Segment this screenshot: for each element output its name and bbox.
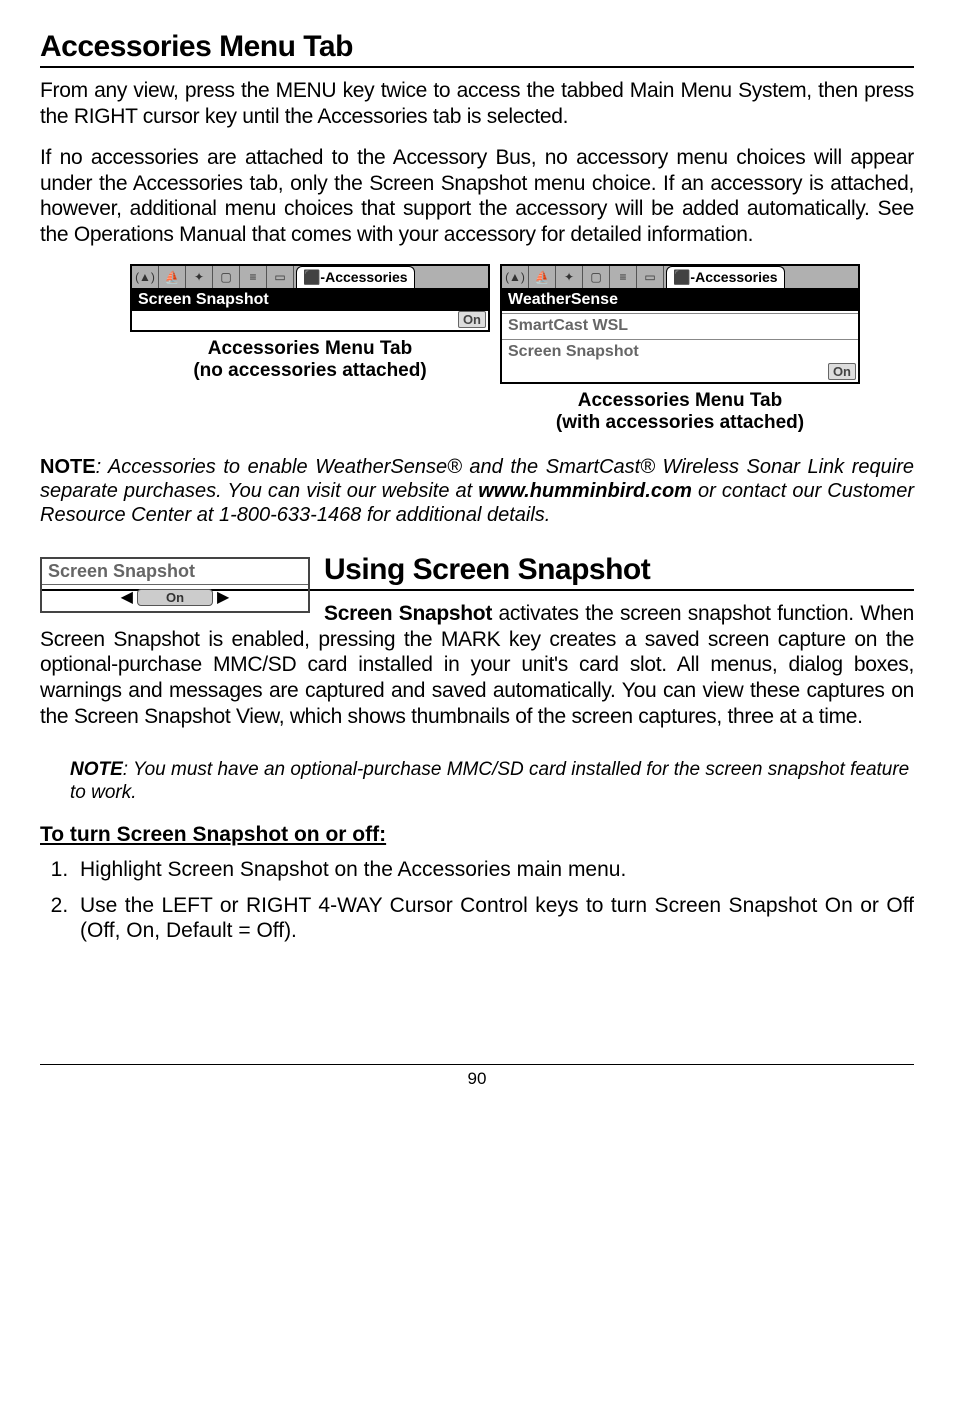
tab-nav-icon: ⛵ [529,266,556,288]
tab-views-icon: ▭ [267,266,294,288]
note-block: NOTE: Accessories to enable WeatherSense… [40,455,914,527]
tab-setup-icon: ≡ [240,266,267,288]
heading-accessories-menu-tab: Accessories Menu Tab [40,30,914,64]
note-url: www.humminbird.com [478,480,692,502]
tab-nav-icon: ⛵ [159,266,186,288]
figures-row: (▲) ⛵ ✦ ▢ ≡ ▭ ⬛- Accessories Screen Snap… [40,264,914,436]
tab-accessories-active: ⬛- Accessories [666,266,785,288]
note-lead: NOTE [70,759,123,780]
figure-caption: Accessories Menu Tab (no accessories att… [130,338,490,384]
tab-chart-icon: ✦ [186,266,213,288]
menu-value: On [828,363,856,380]
section-using-screen-snapshot: Screen Snapshot ◀ On ▶ Using Screen Snap… [40,553,914,943]
control-row: ◀ On ▶ [42,585,308,611]
menu-item-screen-snapshot: Screen Snapshot [132,288,488,311]
paragraph: From any view, press the MENU key twice … [40,78,914,129]
tab-sonar-icon: (▲) [502,266,529,288]
note-text: : You must have an optional-purchase MMC… [70,759,909,803]
para-lead: Screen Snapshot [324,602,492,625]
arrow-right-icon: ▶ [213,587,233,607]
tab-accessories-active: ⬛- Accessories [296,266,415,288]
tab-alarms-icon: ▢ [213,266,240,288]
figure-with-accessories: (▲) ⛵ ✦ ▢ ≡ ▭ ⬛- Accessories WeatherSens… [500,264,860,436]
figure-no-accessories: (▲) ⛵ ✦ ▢ ≡ ▭ ⬛- Accessories Screen Snap… [130,264,490,384]
steps-heading: To turn Screen Snapshot on or off: [40,823,914,847]
tab-setup-icon: ≡ [610,266,637,288]
steps-list: Highlight Screen Snapshot on the Accesso… [74,857,914,944]
menu-value-row: On [132,311,488,330]
note-lead: NOTE [40,456,96,478]
menu-item-screen-snapshot: Screen Snapshot [502,339,858,363]
tab-label: Accessories [695,269,778,285]
tab-sonar-icon: (▲) [132,266,159,288]
divider [40,66,914,68]
paragraph: If no accessories are attached to the Ac… [40,145,914,247]
paragraph: Screen Snapshot activates the screen sna… [40,601,914,729]
figure-caption: Accessories Menu Tab (with accessories a… [500,390,860,436]
tab-row: (▲) ⛵ ✦ ▢ ≡ ▭ ⬛- Accessories [502,266,858,288]
arrow-left-icon: ◀ [117,587,137,607]
figure-screen-snapshot-control: Screen Snapshot ◀ On ▶ [40,557,310,613]
plug-icon: ⬛- [303,269,325,286]
menu-item-smartcast: SmartCast WSL [502,313,858,337]
step-item: Use the LEFT or RIGHT 4-WAY Cursor Contr… [74,893,914,944]
menu-value: On [458,311,486,328]
control-box: Screen Snapshot ◀ On ▶ [40,557,310,613]
plug-icon: ⬛- [673,269,695,286]
menu-item-weathersense: WeatherSense [502,288,858,311]
tab-row: (▲) ⛵ ✦ ▢ ≡ ▭ ⬛- Accessories [132,266,488,288]
page-footer: 90 [40,1064,914,1089]
note-block: NOTE: You must have an optional-purchase… [70,759,914,805]
tab-views-icon: ▭ [637,266,664,288]
control-label: Screen Snapshot [42,559,308,585]
menu-box: (▲) ⛵ ✦ ▢ ≡ ▭ ⬛- Accessories Screen Snap… [130,264,490,332]
tab-chart-icon: ✦ [556,266,583,288]
tab-label: Accessories [325,269,408,285]
menu-value-row: On [502,363,858,382]
tab-alarms-icon: ▢ [583,266,610,288]
step-item: Highlight Screen Snapshot on the Accesso… [74,857,914,883]
page-number: 90 [468,1069,487,1088]
menu-box: (▲) ⛵ ✦ ▢ ≡ ▭ ⬛- Accessories WeatherSens… [500,264,860,384]
control-value: On [137,589,213,606]
